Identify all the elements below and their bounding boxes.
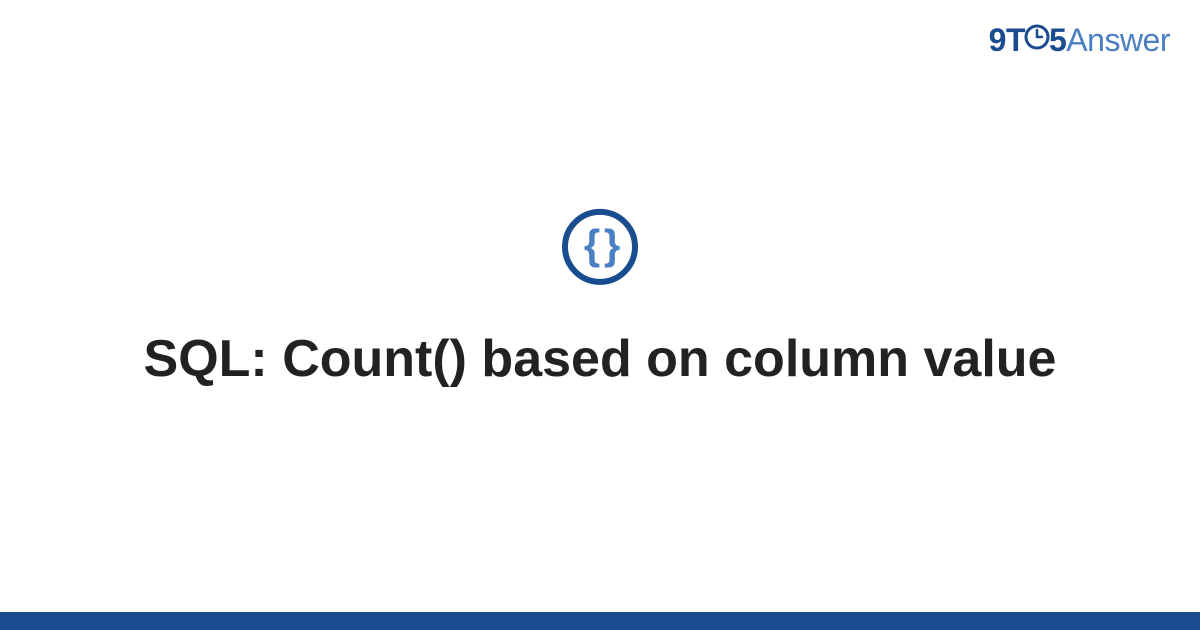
code-braces-icon: { } — [562, 209, 638, 285]
main-content: { } SQL: Count() based on column value — [0, 209, 1200, 392]
braces-glyph: { } — [584, 224, 616, 266]
logo-text-answer: Answer — [1066, 22, 1170, 58]
logo-text-9t: 9T — [989, 22, 1025, 58]
logo-text-5: 5 — [1049, 22, 1066, 58]
clock-icon — [1023, 22, 1051, 59]
page-title: SQL: Count() based on column value — [0, 327, 1200, 392]
footer-accent-bar — [0, 612, 1200, 630]
site-logo: 9T 5Answer — [989, 22, 1170, 61]
